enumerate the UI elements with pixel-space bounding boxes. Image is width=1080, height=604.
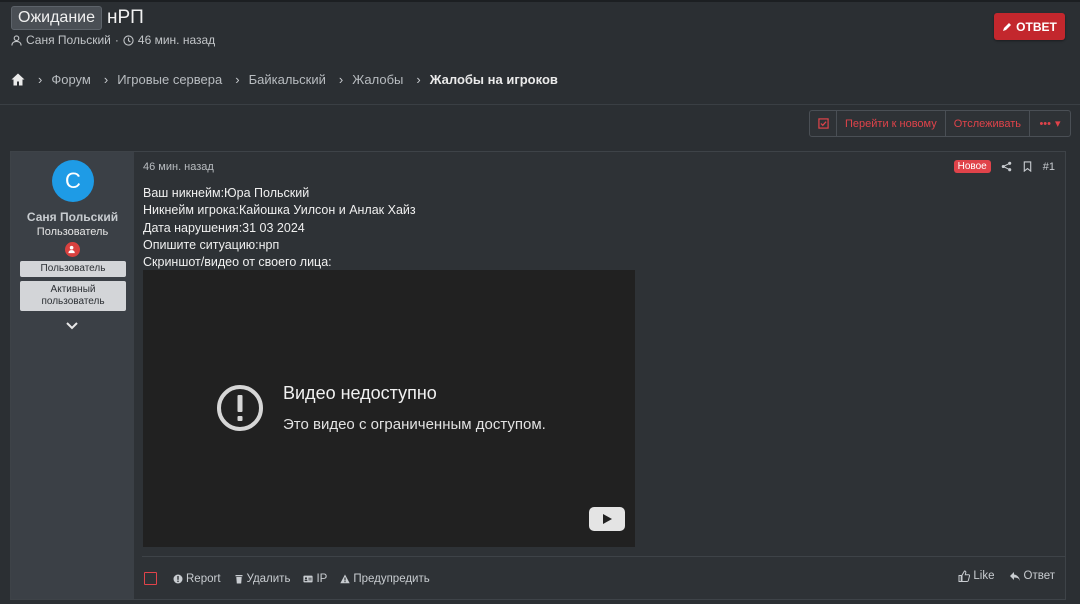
share-icon[interactable] [1001,161,1012,172]
trash-icon [235,574,243,583]
video-embed[interactable]: Видео недоступно Это видео с ограниченны… [143,270,635,547]
post-user-title: Пользователь [36,226,109,238]
thread-actions: Перейти к новому Отслеживать ••• ▾ [809,110,1071,137]
video-unavailable-subtitle: Это видео с ограниченным доступом. [283,416,546,433]
reply-button-label: ОТВЕТ [1016,19,1057,34]
meta-separator: · [114,33,119,47]
delete-label: Удалить [246,572,291,585]
thread-prefix-badge[interactable]: Ожидание [11,6,102,30]
breadcrumb-game-servers[interactable]: Игровые сервера [117,72,222,87]
ip-button[interactable]: IP [303,573,327,585]
checkbox-check-icon [817,118,829,129]
more-dots-icon: ••• [1039,117,1052,130]
post-body: Ваш никнейм:Юра Польский Никнейм игрока:… [143,185,416,271]
post-number[interactable]: #1 [1043,161,1055,173]
reply-arrow-icon [1009,572,1020,581]
new-badge: Новое [953,160,991,173]
breadcrumb: › Форум › Игровые сервера › Байкальский … [11,72,558,87]
post-line-nickname: Ваш никнейм:Юра Польский [143,186,310,200]
user-banner-active: Активный пользователь [20,281,126,311]
thread-meta: Саня Польский · 46 мин. назад [11,33,215,47]
warn-button[interactable]: Предупредить [340,572,430,585]
post: С Саня Польский Пользователь Пользовател… [10,151,1066,600]
info-icon [173,574,183,583]
post-footer-actions: Report Удалить IP Предупредить [144,572,430,585]
thread-title: нРП [107,7,144,28]
delete-button[interactable]: Удалить [234,572,291,585]
user-role-icon [65,242,80,257]
breadcrumb-player-complaints[interactable]: Жалобы на игроков [430,72,558,87]
alert-circle-icon [217,385,263,431]
caret-down-icon: ▾ [1055,118,1061,130]
avatar[interactable]: С [52,160,94,202]
breadcrumb-baikalsky[interactable]: Байкальский [249,72,326,87]
ip-label: IP [316,572,328,585]
reply-button[interactable]: ОТВЕТ [994,13,1065,40]
select-post-checkbox[interactable] [144,572,157,585]
reply-quote-button[interactable]: Ответ [1009,570,1055,582]
goto-new-button[interactable]: Перейти к новому [837,111,946,136]
bookmark-icon[interactable] [1022,161,1033,172]
chevron-right-icon: › [338,72,344,87]
report-label: Report [186,572,221,585]
video-unavailable-title: Видео недоступно [283,383,437,403]
more-menu-button[interactable]: ••• ▾ [1030,111,1070,136]
top-border [0,0,1080,2]
chevron-down-icon[interactable] [65,320,79,332]
post-line-player: Никнейм игрока:Кайошка Уилсон и Анлак Ха… [143,203,416,218]
divider [0,104,1080,105]
thumbs-up-icon [958,570,971,582]
post-line-situation: Опишите ситуацию:нрп [143,237,280,252]
id-card-icon [303,575,314,582]
post-tools: Новое #1 [953,160,1055,173]
post-footer-reactions: Like Ответ [958,570,1055,582]
chevron-right-icon: › [38,72,43,87]
pencil-icon [1003,22,1012,31]
chevron-right-icon: › [235,72,240,87]
post-line-date: Дата нарушения:31 03 2024 [143,220,305,235]
watch-button[interactable]: Отслеживать [946,111,1030,136]
like-button[interactable]: Like [958,570,995,582]
breadcrumb-complaints[interactable]: Жалобы [352,72,403,87]
post-date[interactable]: 46 мин. назад [143,161,214,173]
post-footer-divider [142,556,1065,557]
post-username[interactable]: Саня Польский [11,210,134,224]
select-toggle[interactable] [810,111,837,136]
report-button[interactable]: Report [173,573,221,585]
warning-triangle-icon [340,574,351,583]
post-line-screenshot: Скриншот/видео от своего лица: [143,255,332,270]
home-icon[interactable] [11,73,25,86]
thread-title-row: Ожидание нРП [11,6,144,30]
post-user-sidebar: С Саня Польский Пользователь Пользовател… [11,152,134,599]
youtube-logo-icon[interactable] [589,507,625,531]
reply-quote-label: Ответ [1023,570,1055,582]
chevron-right-icon: › [416,72,421,87]
user-icon [11,34,22,46]
chevron-right-icon: › [103,72,109,87]
like-label: Like [973,570,995,582]
thread-time: 46 мин. назад [137,33,216,47]
breadcrumb-forum[interactable]: Форум [51,72,91,87]
user-banner-user: Пользователь [20,261,126,277]
warn-label: Предупредить [353,572,430,585]
post-main: 46 мин. назад Новое #1 Ваш никнейм:Юра П… [142,152,1065,599]
clock-icon [123,34,134,46]
thread-author[interactable]: Саня Польский [26,33,111,47]
